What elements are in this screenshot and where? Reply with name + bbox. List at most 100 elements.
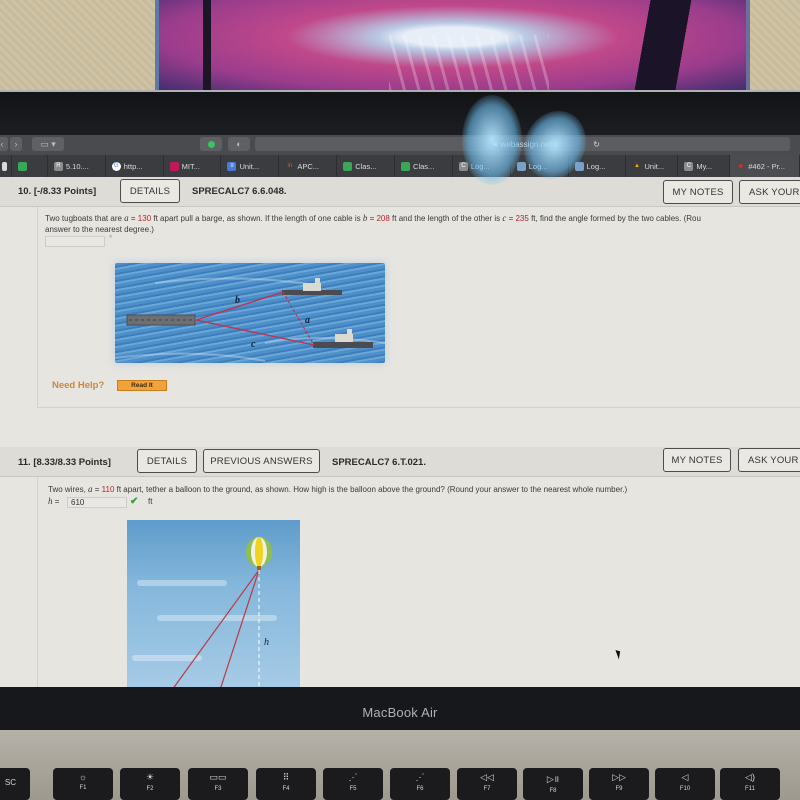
drive-icon: ▲ <box>634 163 640 169</box>
read-it-button[interactable]: Read It <box>117 380 167 391</box>
question-10-number: 10. [-/8.33 Points] <box>18 186 97 197</box>
question-10-details-button[interactable]: DETAILS <box>120 179 180 203</box>
volume-down-icon: ◁) <box>745 772 755 782</box>
tab-0[interactable] <box>12 155 48 177</box>
tab-9[interactable]: Log... <box>511 155 569 177</box>
key-f1[interactable]: ☼ F1 <box>53 768 113 800</box>
tugboat-diagram: b a c <box>114 277 386 362</box>
question-10-answer-input[interactable] <box>45 236 105 247</box>
tab-5[interactable]: in APC... <box>279 155 338 177</box>
key-f8[interactable]: ▷॥ F8 <box>523 768 583 800</box>
key-f11[interactable]: ◁) F11 <box>720 768 780 800</box>
key-label: F1 <box>79 785 87 791</box>
tab-7[interactable]: Clas... <box>395 155 453 177</box>
painting-tree-right <box>596 0 716 92</box>
key-label: F11 <box>745 786 755 792</box>
tab-4[interactable]: ≡ Unit... <box>221 155 280 177</box>
address-bar[interactable]: 🔒︎ webassign.net ↻ <box>255 137 790 151</box>
key-label: F4 <box>282 786 290 792</box>
question-11-details-button[interactable]: DETAILS <box>137 449 197 473</box>
question-11-previous-answers-button[interactable]: PREVIOUS ANSWERS <box>203 449 320 473</box>
question-10-code: SPRECALC7 6.6.048. <box>192 186 287 197</box>
r-icon: R <box>53 161 63 171</box>
forward-button[interactable]: › <box>10 137 22 151</box>
tab-label: Unit... <box>644 161 665 171</box>
tab-2[interactable]: Ghttp... <box>106 155 164 177</box>
grid-icon <box>574 161 584 171</box>
address-url: webassign.net <box>500 139 552 149</box>
tugboat-figure: b a c <box>114 263 386 363</box>
classroom-icon <box>17 161 27 171</box>
tab-11[interactable]: ▲ Unit... <box>626 155 679 177</box>
tab-13-active[interactable]: ✱ #462 - Pr... <box>730 155 800 177</box>
tab-label: APC... <box>297 161 320 171</box>
extension-button[interactable] <box>200 137 222 151</box>
question-11-answer-input[interactable]: 610 <box>67 497 127 508</box>
tab-label: Log... <box>528 161 548 171</box>
browser-toolbar: ‹ › ▭ ▾ ◐ 🔒︎ webassign.net ↻ <box>0 135 800 155</box>
tab-12[interactable]: C My... <box>678 155 731 177</box>
wire-right <box>220 569 260 687</box>
tab-8[interactable]: C Log... <box>453 155 511 177</box>
tab-6[interactable]: Clas... <box>337 155 396 177</box>
key-f9[interactable]: ▷▷ F9 <box>589 768 649 800</box>
balloon-figure: h <box>127 520 300 687</box>
key-label: F5 <box>349 786 357 792</box>
question-10-my-notes-button[interactable]: MY NOTES <box>663 180 733 204</box>
balloon-diagram: h <box>173 537 272 687</box>
key-f6[interactable]: ⋰ F6 <box>390 768 450 800</box>
question-10-header: 10. [-/8.33 Points] DETAILS SPRECALC7 6.… <box>0 177 800 207</box>
key-f7[interactable]: ◁◁ F7 <box>457 768 517 800</box>
privacy-shield-button[interactable]: ◐ <box>228 137 250 151</box>
degree-unit: ° <box>109 234 113 243</box>
c-icon: C <box>684 161 694 171</box>
label-c: c <box>251 339 256 350</box>
device-brand-label: MacBook Air <box>362 705 438 720</box>
mit-icon <box>169 161 179 171</box>
question-10-ask-teacher-button[interactable]: ASK YOUR T <box>739 180 800 204</box>
tab-1[interactable]: R 5.10.... <box>48 155 106 177</box>
tab-label: http... <box>123 161 143 171</box>
wire-left <box>173 569 260 687</box>
barge <box>126 314 196 326</box>
key-f5[interactable]: ⋰ F5 <box>323 768 383 800</box>
tab-pinned[interactable] <box>0 155 12 177</box>
question-11-ask-teacher-button[interactable]: ASK YOUR T <box>738 448 800 472</box>
answer-h-label: h = <box>48 496 60 506</box>
question-11-code: SPRECALC7 6.T.021. <box>332 457 426 468</box>
correct-check-icon: ✔ <box>130 496 139 507</box>
question-11-header: 11. [8.33/8.33 Points] DETAILS PREVIOUS … <box>0 447 800 477</box>
tab-label: MIT... <box>181 161 200 171</box>
question-10-text: Two tugboats that are a = 130 ft apart p… <box>45 213 701 234</box>
reload-icon[interactable]: ↻ <box>593 140 600 149</box>
label-a: a <box>305 315 310 326</box>
tab-label: #462 - Pr... <box>748 161 785 171</box>
green-dot-icon <box>207 140 215 148</box>
key-esc[interactable]: SC <box>0 768 30 800</box>
tab-10[interactable]: Log... <box>569 155 627 177</box>
question-11-my-notes-button[interactable]: MY NOTES <box>663 448 731 472</box>
tab-label: Log... <box>586 161 606 171</box>
key-f3[interactable]: ▭▭ F3 <box>188 768 248 800</box>
back-button[interactable]: ‹ <box>0 137 8 151</box>
sidebar-toggle-button[interactable]: ▭ ▾ <box>32 137 64 151</box>
key-label: F2 <box>146 786 154 792</box>
key-f4[interactable]: ⠿ F4 <box>256 768 316 800</box>
balloon <box>246 537 272 570</box>
photo-scene: ‹ › ▭ ▾ ◐ 🔒︎ webassign.net ↻ R 5.10.... G… <box>0 0 800 800</box>
play-pause-icon: ▷॥ <box>546 774 560 784</box>
tab-label: Log... <box>470 161 490 171</box>
key-label: F8 <box>549 788 557 794</box>
ft-unit: ft <box>148 497 153 506</box>
tab-3[interactable]: MIT... <box>164 155 222 177</box>
keyboard-light-down-icon: ⋰ <box>348 772 358 782</box>
browser-tab-bar: R 5.10.... Ghttp... MIT... ≡ Unit... in APC… <box>0 155 800 177</box>
key-label: F7 <box>483 786 491 792</box>
key-f10[interactable]: ◁ F10 <box>655 768 715 800</box>
tab-label: Clas... <box>355 161 377 171</box>
brightness-up-icon: ☀ <box>145 772 155 782</box>
fast-forward-icon: ▷▷ <box>612 772 626 782</box>
mute-icon: ◁ <box>681 772 689 782</box>
key-f2[interactable]: ☀ F2 <box>120 768 180 800</box>
label-b: b <box>235 295 240 306</box>
